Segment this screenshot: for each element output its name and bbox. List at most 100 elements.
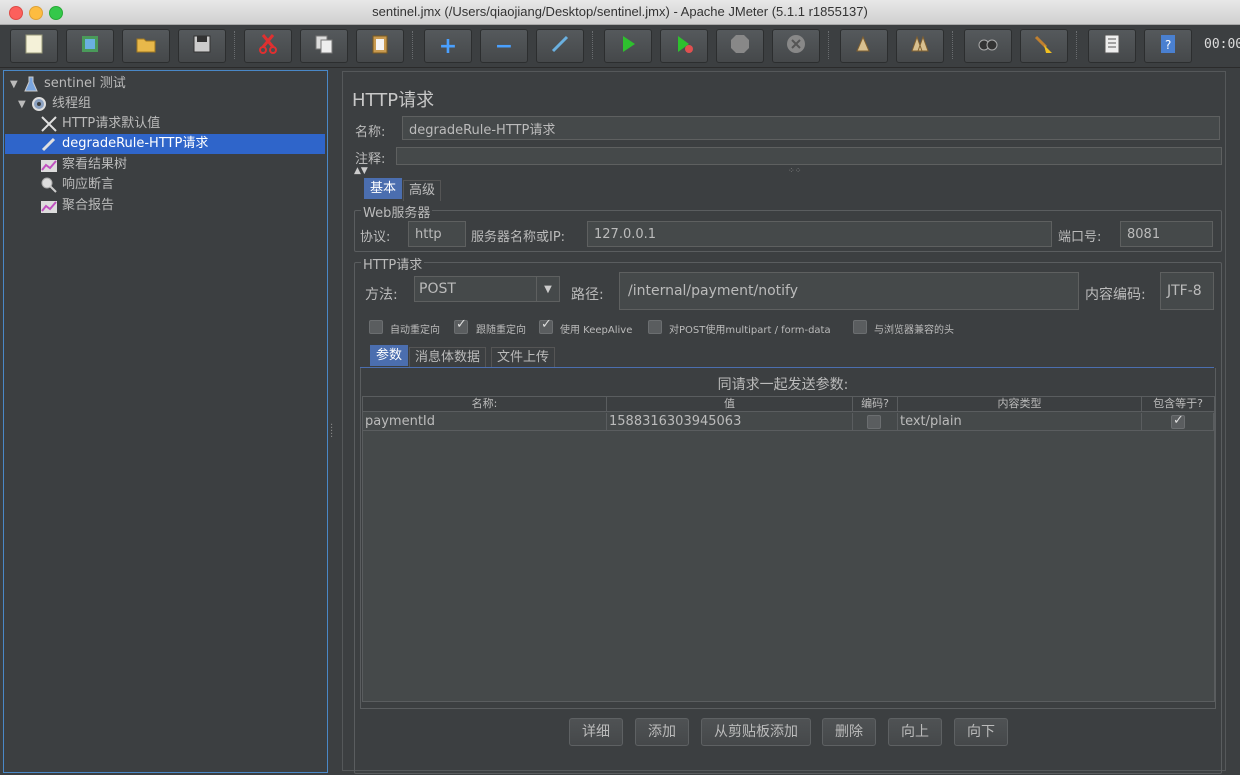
delete-button[interactable]: 删除 [822,718,876,746]
listener-icon [40,198,58,214]
tab-advanced[interactable]: 高级 [403,180,442,201]
tree-item-results-tree[interactable]: 察看结果树 [40,155,127,175]
method-label: 方法: [365,287,398,303]
function-helper-button[interactable] [1088,29,1136,63]
auto-redirect-checkbox[interactable] [369,320,383,334]
listener-icon [40,157,58,173]
test-plan-icon [22,76,40,92]
test-plan-tree: ▼ sentinel 测试 ▼ 线程组 HTTP请求默认值 degradeRul… [3,70,328,773]
http-request-panel: HTTP请求 名称: degradeRule-HTTP请求 注释: ▲▼ ⁘⁘ … [338,70,1238,774]
include-equals-checkbox[interactable] [1171,412,1185,430]
path-field[interactable]: /internal/payment/notify [619,272,1079,310]
column-header-name[interactable]: 名称: [363,397,607,412]
follow-redirect-checkbox[interactable] [454,317,468,334]
stop-button[interactable] [716,29,764,63]
tree-item-label: 线程组 [52,96,92,111]
tree-item-label: 察看结果树 [62,157,128,172]
toggle-button[interactable] [536,29,584,63]
tree-item-test-plan[interactable]: sentinel 测试 [22,74,126,94]
expand-arrow-icon[interactable]: ▼ [18,99,26,110]
encode-checkbox[interactable] [867,415,881,429]
cut-icon [257,33,279,59]
cell-encode[interactable] [853,413,898,431]
shutdown-button[interactable] [772,29,820,63]
new-icon [23,33,45,59]
tab-parameters[interactable]: 参数 [370,345,409,366]
encoding-label: 内容编码: [1085,287,1146,303]
resize-grip-icon[interactable]: ⁘⁘ [788,166,801,175]
multipart-checkbox[interactable] [648,320,662,334]
keepalive-label: 使用 KeepAlive [560,325,633,336]
tree-item-label: sentinel 测试 [44,76,126,91]
title-bar: sentinel.jmx (/Users/qiaojiang/Desktop/s… [0,0,1240,25]
tree-item-aggregate-report[interactable]: 聚合报告 [40,196,114,216]
column-header-content-type[interactable]: 内容类型 [898,397,1142,412]
method-value: POST [419,281,456,297]
chevron-down-icon[interactable]: ▼ [536,277,559,301]
method-select[interactable]: POST ▼ [414,276,560,302]
help-button[interactable]: ? [1144,29,1192,63]
tree-item-label: HTTP请求默认值 [62,116,161,131]
clear-button[interactable] [840,29,888,63]
collapse-button[interactable]: − [480,29,528,63]
search-icon [977,33,999,59]
copy-icon [313,33,335,59]
tree-item-thread-group[interactable]: 线程组 [30,94,91,114]
tab-body-data[interactable]: 消息体数据 [409,347,487,368]
save-button[interactable] [178,29,226,63]
protocol-field[interactable]: http [408,221,466,247]
port-field[interactable]: 8081 [1120,221,1213,247]
tree-item-http-request[interactable]: degradeRule-HTTP请求 [5,134,325,154]
elapsed-timer: 00:00 [1204,37,1240,52]
add-button[interactable]: 添加 [635,718,689,746]
copy-button[interactable] [300,29,348,63]
templates-button[interactable] [66,29,114,63]
follow-redirect-label: 跟随重定向 [476,325,526,336]
comment-field[interactable] [396,147,1222,165]
tree-item-http-defaults[interactable]: HTTP请求默认值 [40,114,160,134]
start-icon [617,33,639,59]
expand-icon: + [438,33,458,59]
collapse-arrows-icon[interactable]: ▲▼ [354,166,368,176]
tree-item-response-assertion[interactable]: 响应断言 [40,175,114,195]
svg-text:?: ? [1165,38,1171,52]
clear-all-button[interactable] [896,29,944,63]
start-no-pause-button[interactable] [660,29,708,63]
start-button[interactable] [604,29,652,63]
expand-button[interactable]: + [424,29,472,63]
cell-content-type[interactable]: text/plain [898,413,1142,431]
save-icon [191,33,213,59]
tree-item-label: 响应断言 [62,177,115,192]
keepalive-checkbox[interactable] [539,317,553,334]
tab-file-upload[interactable]: 文件上传 [491,347,556,368]
cell-include-equals[interactable] [1142,412,1214,431]
thread-group-icon [30,96,48,112]
detail-button[interactable]: 详细 [569,718,623,746]
browser-headers-checkbox[interactable] [853,320,867,334]
name-field[interactable]: degradeRule-HTTP请求 [402,116,1220,140]
reset-search-button[interactable] [1020,29,1068,63]
open-button[interactable] [122,29,170,63]
open-icon [135,33,157,59]
search-button[interactable] [964,29,1012,63]
new-button[interactable] [10,29,58,63]
paste-button[interactable] [356,29,404,63]
cell-name[interactable]: paymentId [363,413,607,431]
expand-arrow-icon[interactable]: ▼ [10,79,18,90]
tab-basic[interactable]: 基本 [364,178,403,199]
encoding-field[interactable]: JTF-8 [1160,272,1214,310]
web-server-title: Web服务器 [361,202,433,221]
config-element-icon [40,116,58,132]
cut-button[interactable] [244,29,292,63]
column-header-include-equals[interactable]: 包含等于? [1142,397,1215,412]
shutdown-icon [785,33,807,59]
add-from-clipboard-button[interactable]: 从剪贴板添加 [701,718,811,746]
server-field[interactable]: 127.0.0.1 [587,221,1052,247]
column-header-encode[interactable]: 编码? [853,397,898,412]
auto-redirect-label: 自动重定向 [390,325,440,336]
move-up-button[interactable]: 向上 [888,718,942,746]
column-header-value[interactable]: 值 [607,397,853,412]
cell-value[interactable]: 1588316303945063 [607,413,853,431]
move-down-button[interactable]: 向下 [954,718,1008,746]
divider-grip-icon: · · · · · [330,420,334,443]
